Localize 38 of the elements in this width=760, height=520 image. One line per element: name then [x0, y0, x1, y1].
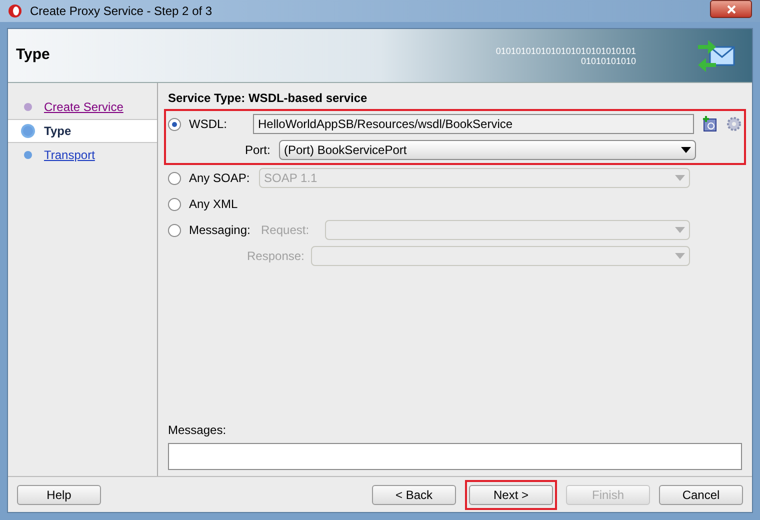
- option-label: Any XML: [189, 196, 238, 213]
- field-label: Port:: [245, 142, 271, 159]
- dropdown-arrow-icon: [675, 253, 685, 259]
- step-node-icon: [20, 123, 36, 139]
- dropdown-arrow-icon: [675, 175, 685, 181]
- field-label: Response:: [247, 248, 303, 265]
- selected-step-row[interactable]: Type: [8, 119, 157, 143]
- step-label: Transport: [44, 147, 95, 164]
- dialog-button[interactable]: Help: [17, 484, 101, 504]
- dropdown-arrow-icon: [681, 147, 691, 153]
- radio-button[interactable]: [168, 198, 181, 210]
- step-row[interactable]: Transport: [8, 143, 157, 167]
- step-label: Create Service: [44, 99, 124, 116]
- wsdl-field[interactable]: HelloWorldAppSB/Resources/wsdl/BookService: [253, 114, 694, 134]
- close-button[interactable]: [710, 0, 752, 18]
- banner-text: 01010101010: [580, 56, 636, 66]
- close-icon: [726, 4, 736, 14]
- gear-icon[interactable]: [726, 116, 742, 132]
- step-row[interactable]: Create Service: [8, 95, 157, 119]
- dialog-button[interactable]: Next >: [469, 484, 553, 504]
- dropdown-arrow-icon: [675, 227, 685, 233]
- page-title: Type: [16, 45, 51, 66]
- field-label: Request:: [261, 222, 310, 239]
- option-label: Any SOAP:: [189, 170, 251, 187]
- dialog-button[interactable]: Cancel: [659, 484, 743, 504]
- messages-label: Messages:: [168, 422, 228, 439]
- window-title: Create Proxy Service - Step 2 of 3: [30, 3, 214, 20]
- banner-text: 0101010101010101010101010101: [496, 46, 636, 56]
- radio-button[interactable]: [168, 118, 181, 130]
- app-logo-icon: [8, 4, 22, 18]
- port-dropdown[interactable]: (Port) BookServicePort: [279, 140, 696, 160]
- step-label: Type: [44, 123, 72, 140]
- dialog-button[interactable]: < Back: [372, 484, 456, 504]
- option-label: Messaging:: [189, 222, 252, 239]
- field-label: WSDL:: [189, 116, 228, 133]
- radio-button[interactable]: [168, 224, 181, 236]
- radio-button[interactable]: [168, 172, 181, 184]
- service-type-heading: Service Type: WSDL-based service: [168, 90, 368, 107]
